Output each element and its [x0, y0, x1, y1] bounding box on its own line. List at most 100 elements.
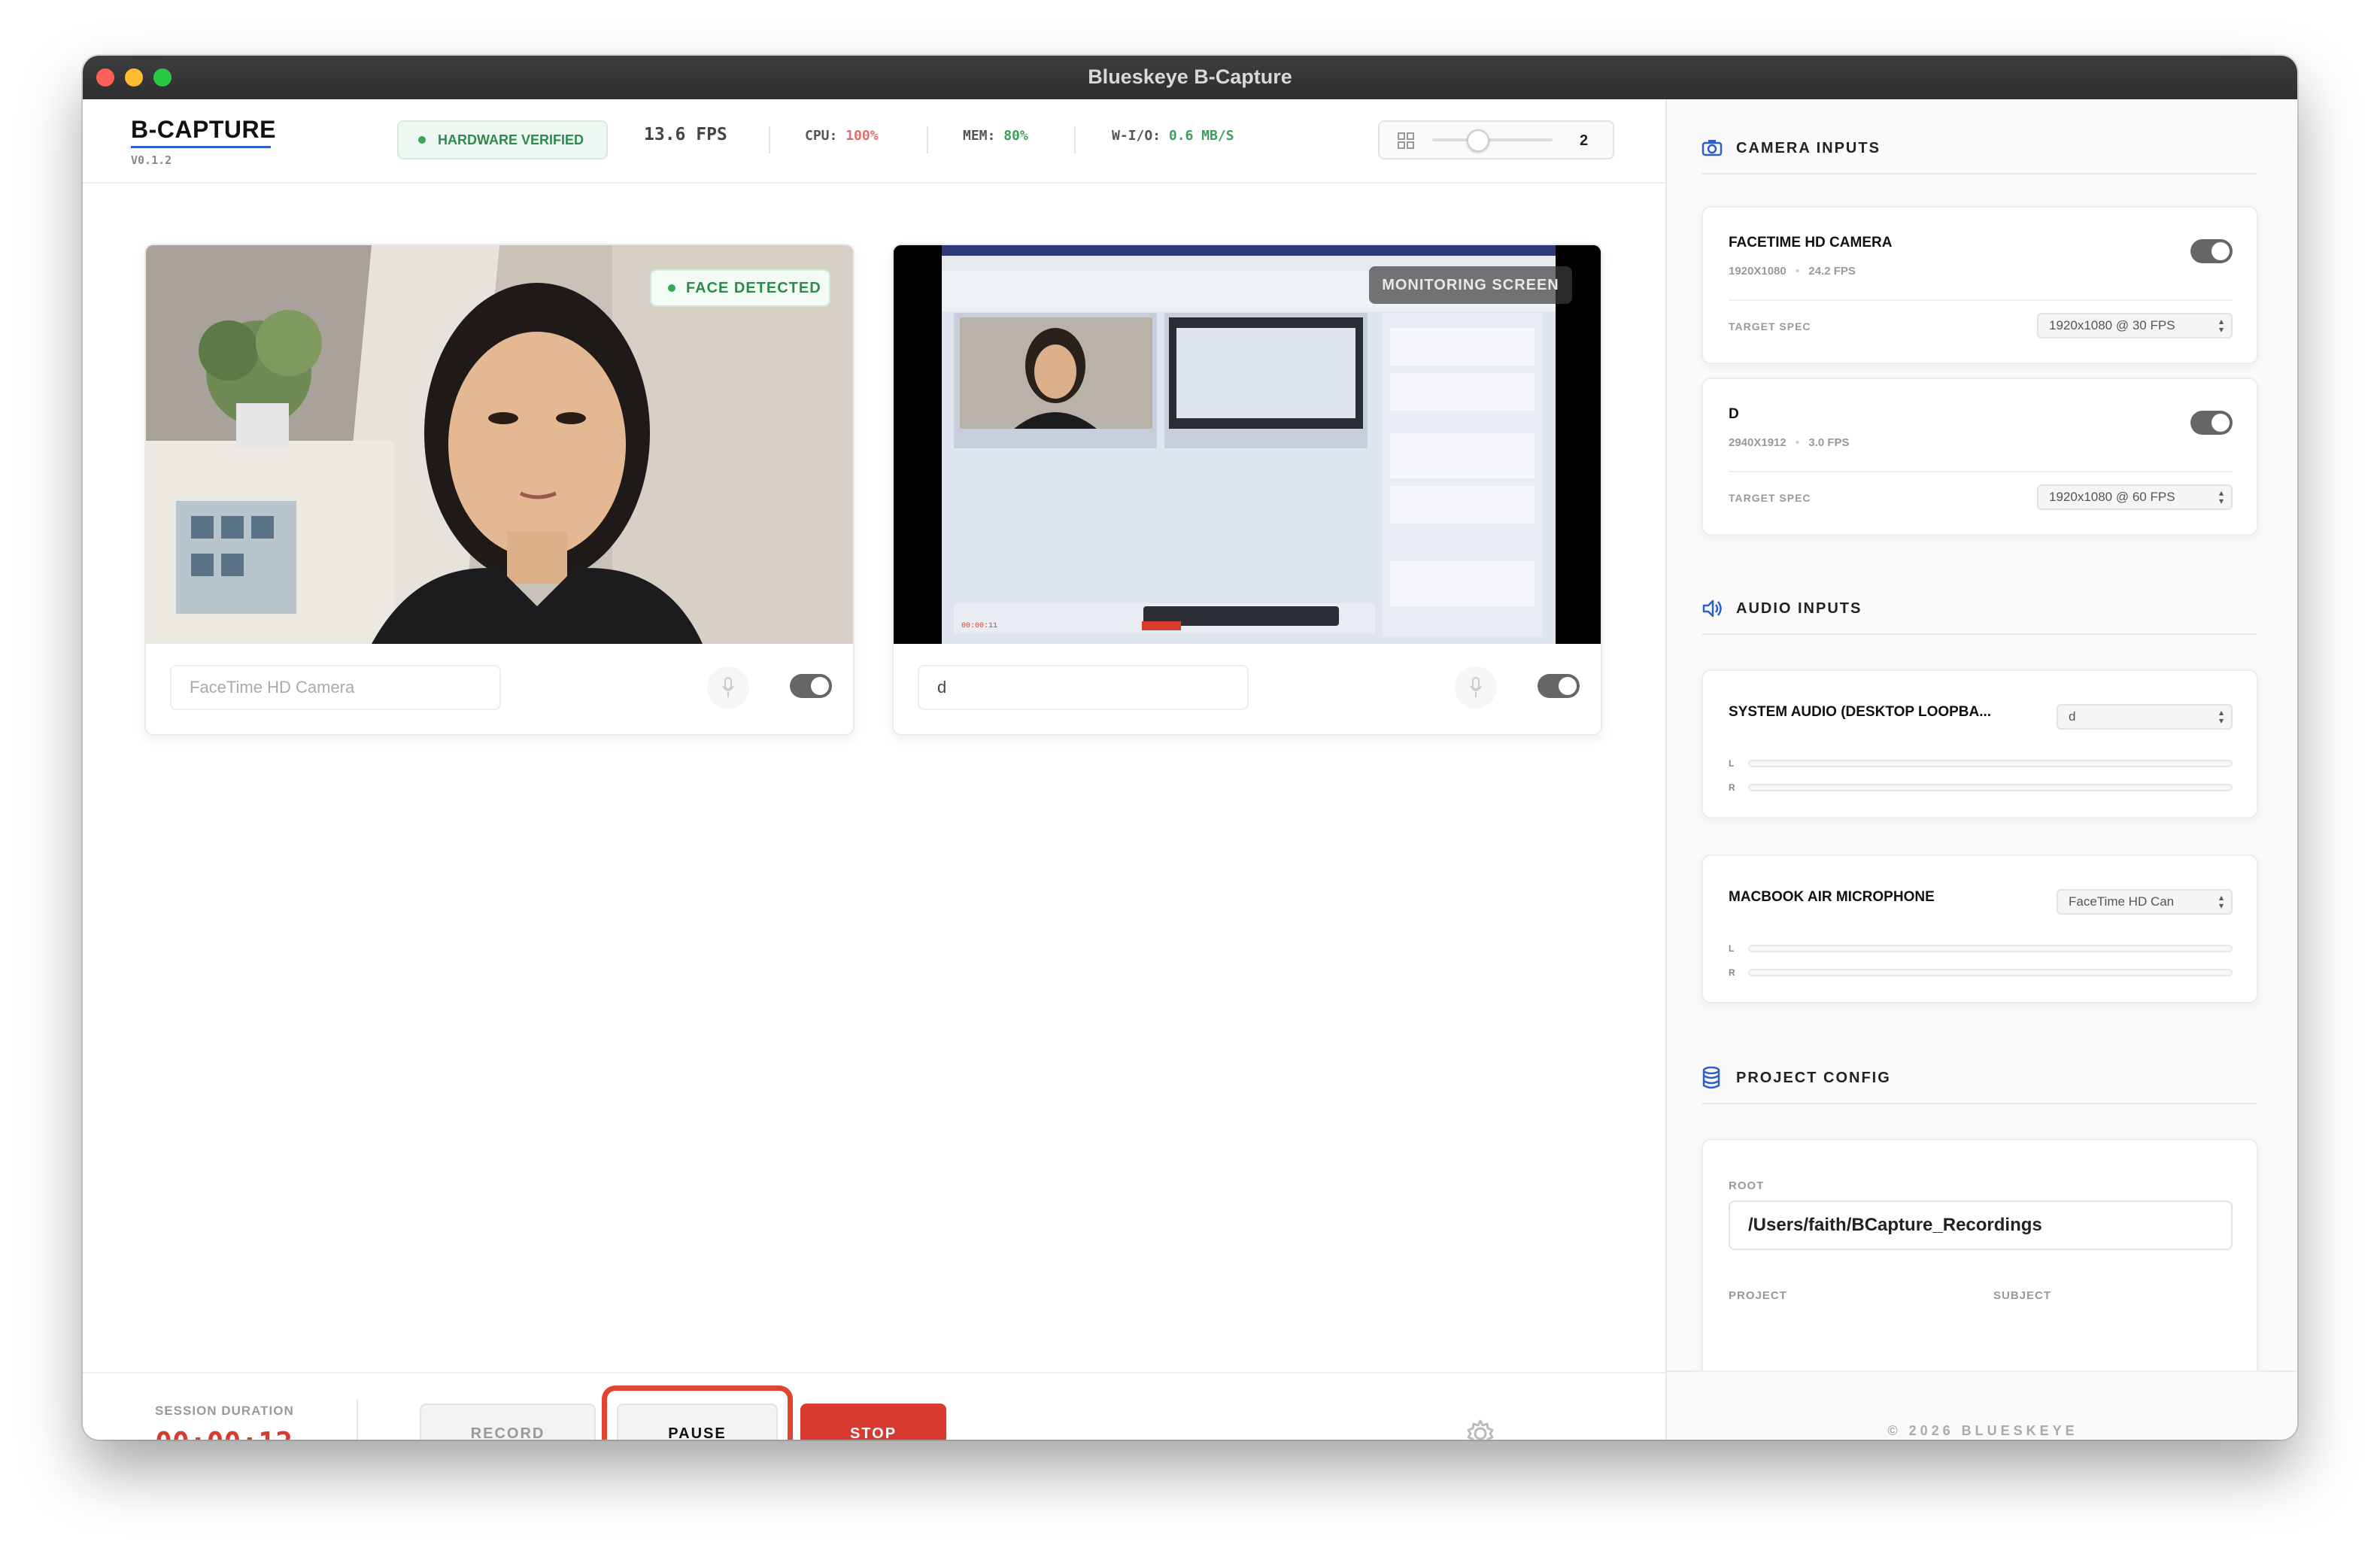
- camera-name-input[interactable]: FaceTime HD Camera: [170, 665, 501, 710]
- camera-preview-panel: FACE DETECTED FaceTime HD Camera: [144, 244, 855, 736]
- session-duration-label: SESSION DURATION: [155, 1404, 294, 1418]
- left-level-meter: [1748, 760, 2233, 767]
- camera-specs: 1920X1080 • 24.2 FPS: [1729, 265, 1856, 278]
- screen-preview-panel: 00:00:11 MONITORING SCREEN d: [892, 244, 1602, 736]
- section-divider: [1702, 1103, 2257, 1104]
- app-version: V0.1.2: [131, 153, 172, 167]
- bullet-separator: •: [1795, 265, 1800, 278]
- face-detected-label: FACE DETECTED: [686, 279, 821, 296]
- settings-gear-icon[interactable]: [1465, 1419, 1495, 1440]
- camera-resolution: 1920X1080: [1729, 265, 1787, 278]
- wio-stat: W-I/O: 0.6 MB/S: [1112, 128, 1234, 144]
- section-divider: [1702, 173, 2257, 175]
- cpu-value: 100%: [845, 128, 879, 144]
- hardware-status-badge: HARDWARE VERIFIED: [397, 120, 608, 159]
- subject-label: SUBJECT: [1993, 1289, 2052, 1302]
- audio-device-name: SYSTEM AUDIO (DESKTOP LOOPBA...: [1729, 704, 1992, 720]
- toggle-knob: [2212, 242, 2230, 260]
- camera-name-placeholder: FaceTime HD Camera: [190, 678, 355, 697]
- grid-size-control: 2: [1378, 120, 1614, 159]
- window-title: Blueskeye B-Capture: [1088, 65, 1292, 88]
- right-channel-label: R: [1729, 967, 1735, 978]
- audio-source-select[interactable]: FaceTime HD Can ▴ ▾: [2057, 889, 2233, 915]
- card-divider: [1729, 471, 2233, 472]
- left-channel-label: L: [1729, 943, 1735, 954]
- audio-inputs-heading: AUDIO INPUTS: [1736, 600, 1862, 617]
- svg-text:00:00:11: 00:00:11: [961, 622, 997, 630]
- camera-name: D: [1729, 406, 1739, 422]
- divider: [927, 126, 928, 153]
- record-button[interactable]: RECORD: [420, 1404, 596, 1440]
- project-config-heading: PROJECT CONFIG: [1736, 1070, 1891, 1086]
- speaker-icon: [1702, 599, 1722, 618]
- wio-value: 0.6 MB/S: [1168, 128, 1234, 144]
- left-level-meter: [1748, 945, 2233, 952]
- microphone-icon: [1470, 677, 1482, 697]
- audio-input-card: MACBOOK AIR MICROPHONE FaceTime HD Can ▴…: [1702, 854, 2258, 1003]
- root-label: ROOT: [1729, 1179, 1765, 1192]
- project-label: PROJECT: [1729, 1289, 1787, 1302]
- camera-specs: 2940X1912 • 3.0 FPS: [1729, 436, 1850, 449]
- audio-device-name: MACBOOK AIR MICROPHONE: [1729, 889, 1935, 905]
- audio-source-select[interactable]: d ▴ ▾: [2057, 704, 2233, 730]
- screen-enable-toggle[interactable]: [1538, 674, 1580, 698]
- toggle-knob: [811, 677, 829, 695]
- screen-name-input[interactable]: d: [918, 665, 1249, 710]
- camera-name: FACETIME HD CAMERA: [1729, 235, 1893, 250]
- right-level-meter: [1748, 969, 2233, 976]
- mem-label: MEM:: [963, 128, 996, 144]
- main-area: B-CAPTURE V0.1.2 HARDWARE VERIFIED 13.6 …: [83, 99, 1665, 1440]
- hardware-status-label: HARDWARE VERIFIED: [438, 132, 584, 147]
- select-chevrons-icon: ▴ ▾: [2218, 316, 2224, 335]
- top-header: B-CAPTURE V0.1.2 HARDWARE VERIFIED 13.6 …: [83, 99, 1665, 184]
- right-channel-label: R: [1729, 782, 1735, 793]
- camera-fps: 24.2 FPS: [1808, 265, 1856, 278]
- card-divider: [1729, 299, 2233, 301]
- app-window: Blueskeye B-Capture B-CAPTURE V0.1.2 HAR…: [83, 56, 2297, 1440]
- sidebar-footer: © 2026 BLUESKEYE: [1667, 1370, 2297, 1440]
- audio-source-value: d: [2069, 709, 2076, 724]
- status-dot-icon: [418, 136, 426, 144]
- cpu-stat: CPU: 100%: [805, 128, 879, 144]
- camera-toggle[interactable]: [2190, 411, 2233, 435]
- title-bar: Blueskeye B-Capture: [83, 56, 2297, 99]
- grid-slider-track[interactable]: [1432, 138, 1553, 141]
- wio-label: W-I/O:: [1112, 128, 1161, 144]
- grid-slider-thumb[interactable]: [1466, 129, 1489, 152]
- select-chevrons-icon: ▴ ▾: [2218, 487, 2224, 506]
- database-icon: [1702, 1067, 1720, 1089]
- session-timer: 00:00:12: [155, 1426, 293, 1440]
- pause-button[interactable]: PAUSE: [617, 1404, 778, 1440]
- target-spec-value: 1920x1080 @ 60 FPS: [2049, 490, 2175, 504]
- session-control-bar: SESSION DURATION 00:00:12 RECORD PAUSE S…: [83, 1372, 1665, 1440]
- target-spec-value: 1920x1080 @ 30 FPS: [2049, 318, 2175, 332]
- stop-button[interactable]: STOP: [800, 1404, 946, 1440]
- target-spec-select[interactable]: 1920x1080 @ 30 FPS ▴ ▾: [2037, 313, 2233, 338]
- camera-enable-toggle[interactable]: [790, 674, 832, 698]
- right-level-meter: [1748, 784, 2233, 791]
- toggle-knob: [2212, 414, 2230, 432]
- mem-value: 80%: [1003, 128, 1028, 144]
- camera-input-card: FACETIME HD CAMERA 1920X1080 • 24.2 FPS …: [1702, 206, 2258, 364]
- divider: [357, 1399, 358, 1440]
- target-spec-label: TARGET SPEC: [1729, 492, 1811, 504]
- target-spec-select[interactable]: 1920x1080 @ 60 FPS ▴ ▾: [2037, 484, 2233, 510]
- root-path-value: /Users/faith/BCapture_Recordings: [1748, 1215, 2042, 1235]
- screen-video-feed: 00:00:11: [894, 245, 1601, 644]
- grid-icon: [1398, 132, 1414, 149]
- camera-fps: 3.0 FPS: [1808, 436, 1850, 449]
- root-path-input[interactable]: /Users/faith/BCapture_Recordings: [1729, 1200, 2233, 1250]
- camera-toggle[interactable]: [2190, 239, 2233, 263]
- microphone-button[interactable]: [1455, 666, 1497, 709]
- toggle-knob: [1559, 677, 1577, 695]
- monitoring-screen-badge: MONITORING SCREEN: [1369, 266, 1572, 304]
- brand-logo: B-CAPTURE: [131, 116, 276, 143]
- divider: [1074, 126, 1076, 153]
- face-status-dot-icon: [668, 284, 675, 292]
- grid-count-value: 2: [1580, 132, 1589, 149]
- microphone-button[interactable]: [707, 666, 749, 709]
- bullet-separator: •: [1795, 436, 1800, 449]
- project-config-card: ROOT /Users/faith/BCapture_Recordings PR…: [1702, 1139, 2258, 1380]
- microphone-icon: [722, 677, 734, 697]
- cpu-label: CPU:: [805, 128, 838, 144]
